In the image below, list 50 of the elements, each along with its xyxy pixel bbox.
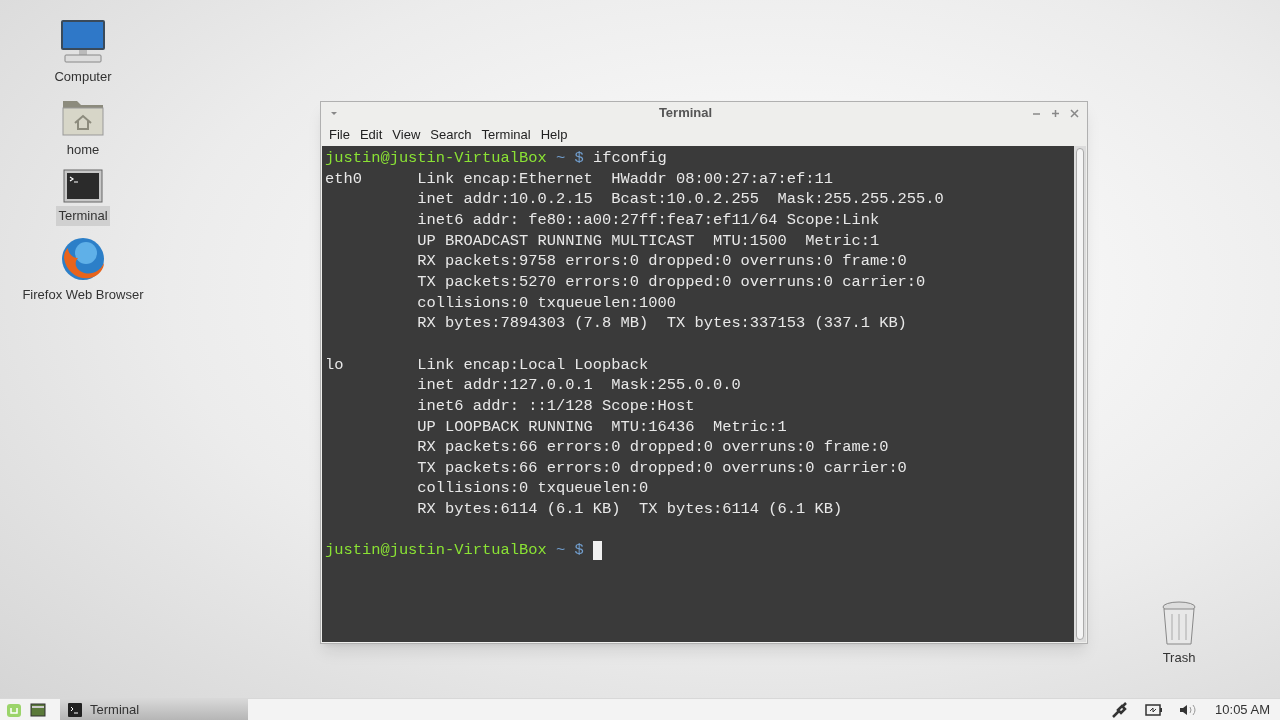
globe-fox-icon: [60, 235, 106, 282]
prompt-path: ~: [555, 540, 566, 562]
output-line: inet addr:127.0.0.1 Mask:255.0.0.0: [416, 375, 742, 396]
output-line: RX packets:66 errors:0 dropped:0 overruns:0 frame:0: [416, 437, 890, 458]
menu-icon[interactable]: [6, 701, 22, 718]
output-line: UP BROADCAST RUNNING MULTICAST MTU:1500 Metric:1: [416, 230, 881, 252]
volume-icon[interactable]: [1179, 702, 1198, 717]
output-line: RX packets:9758 errors:0 dropped:0 overruns:0 frame:0: [416, 251, 908, 272]
prompt-user: justin@justin-VirtualBox: [325, 148, 547, 169]
maximize-icon[interactable]: [1051, 108, 1060, 118]
desktop-icon-label[interactable]: Trash: [1162, 648, 1196, 668]
menu-item[interactable]: Terminal: [477, 125, 535, 145]
desktop-icon-label[interactable]: Firefox Web Browser: [20, 284, 146, 304]
scrollbar[interactable]: [1074, 146, 1086, 642]
output-line: inet6 addr: fe80::a00:27ff:fea7:ef11/64 Scope:Link: [416, 209, 881, 231]
prompt-symbol: $: [574, 148, 584, 169]
menu-item[interactable]: Edit: [355, 125, 387, 145]
prompt-symbol: $: [574, 540, 584, 562]
output-line: RX bytes:7894303 (7.8 MB) TX bytes:337153 (337.1 KB): [416, 313, 908, 334]
output-line: RX bytes:6114 (6.1 KB) TX bytes:6114 (6.1 KB): [416, 499, 844, 520]
window-title: Terminal: [657, 104, 714, 123]
trash-icon: [1160, 600, 1198, 646]
network-plug-icon[interactable]: [1111, 701, 1130, 718]
close-icon[interactable]: [1070, 108, 1079, 118]
command-text: ifconfig: [592, 148, 667, 169]
battery-icon[interactable]: [1145, 702, 1164, 717]
desktop-icon-label[interactable]: Terminal: [56, 206, 110, 226]
terminal-icon: [63, 169, 103, 203]
output-line: collisions:0 txqueuelen:0: [416, 478, 650, 500]
menu-item[interactable]: Search: [426, 125, 476, 145]
output-line: inet addr:10.0.2.15 Bcast:10.0.2.255 Mask:255.255.255.0: [416, 189, 945, 210]
output-line: UP LOOPBACK RUNNING MTU:16436 Metric:1: [416, 416, 788, 438]
desktop-icon-label[interactable]: Computer: [52, 67, 114, 87]
output-line: TX packets:5270 errors:0 dropped:0 overruns:0 carrier:0: [416, 271, 927, 293]
menu-item[interactable]: View: [388, 125, 425, 145]
desktop-icon-label[interactable]: home: [64, 139, 102, 159]
output-line: TX packets:66 errors:0 dropped:0 overruns:0 carrier:0: [416, 457, 908, 479]
output-line: collisions:0 txqueuelen:1000: [416, 292, 677, 314]
show-desktop-icon[interactable]: [30, 702, 46, 717]
prompt-path: ~: [555, 148, 566, 169]
output-line: inet6 addr: ::1/128 Scope:Host: [416, 395, 696, 417]
output-line: lo Link encap:Local Loopback: [325, 354, 650, 376]
computer-icon: [59, 18, 107, 64]
clock[interactable]: 10:05 AM: [1215, 699, 1270, 720]
terminal-icon: [68, 702, 82, 717]
output-line: eth0 Link encap:Ethernet HWaddr 08:00:27:a7:ef:11: [325, 168, 834, 190]
taskbar-button[interactable]: Terminal: [60, 698, 248, 720]
menu-item[interactable]: File: [325, 125, 354, 145]
prompt-user: justin@justin-VirtualBox: [325, 540, 547, 562]
menu-item[interactable]: Help: [536, 125, 572, 145]
